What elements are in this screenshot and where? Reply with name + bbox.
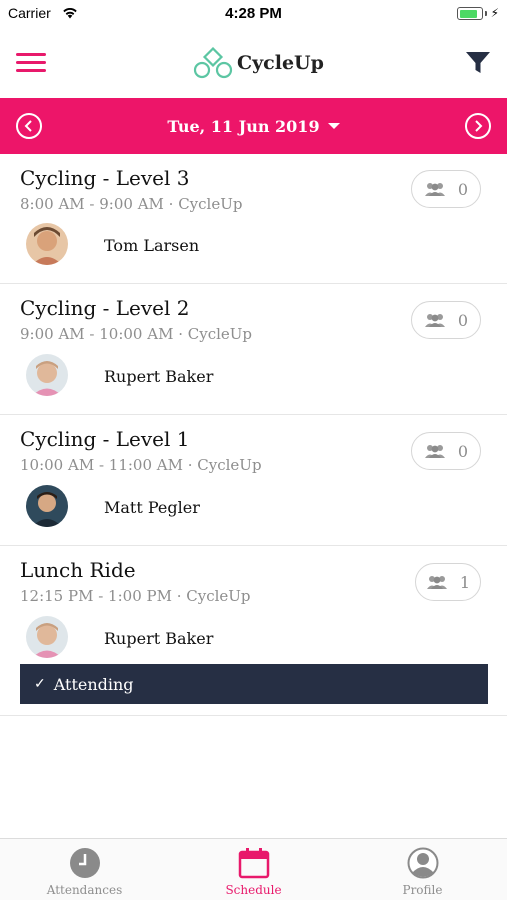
group-icon bbox=[424, 314, 445, 327]
class-card[interactable]: Lunch Ride 12:15 PM - 1:00 PM · CycleUp … bbox=[0, 546, 507, 716]
date-selector: Tue, 11 Jun 2019 bbox=[0, 98, 507, 154]
instructor-name: Matt Pegler bbox=[104, 498, 200, 517]
caret-down-icon bbox=[327, 122, 340, 129]
tab-bar: Attendances Schedule Profile bbox=[0, 838, 507, 900]
class-card[interactable]: Cycling - Level 1 10:00 AM - 11:00 AM · … bbox=[0, 415, 507, 546]
date-dropdown[interactable]: Tue, 11 Jun 2019 bbox=[0, 117, 507, 136]
tab-schedule[interactable]: Schedule bbox=[169, 847, 338, 897]
instructor-avatar bbox=[26, 616, 68, 658]
class-time-location: 9:00 AM - 10:00 AM · CycleUp bbox=[20, 325, 253, 343]
class-title: Cycling - Level 2 bbox=[20, 296, 190, 320]
group-icon bbox=[424, 445, 445, 458]
class-title: Cycling - Level 1 bbox=[20, 427, 190, 451]
instructor-avatar bbox=[26, 354, 68, 396]
instructor-name: Rupert Baker bbox=[104, 367, 214, 386]
clock-time: 4:28 PM bbox=[225, 5, 282, 22]
instructor-avatar bbox=[26, 223, 68, 265]
tab-label: Attendances bbox=[46, 883, 123, 897]
attendee-count-badge[interactable]: 0 bbox=[411, 170, 481, 208]
next-day-button[interactable] bbox=[465, 113, 491, 139]
attendee-count-badge[interactable]: 0 bbox=[411, 301, 481, 339]
group-icon bbox=[424, 183, 445, 196]
attendee-count: 1 bbox=[459, 572, 471, 592]
battery-icon bbox=[457, 7, 483, 20]
brand-logo: CycleUp bbox=[193, 46, 324, 80]
instructor-name: Tom Larsen bbox=[104, 236, 200, 255]
instructor-avatar bbox=[26, 485, 68, 527]
hamburger-icon[interactable] bbox=[16, 53, 46, 73]
attendee-count-badge[interactable]: 1 bbox=[415, 563, 481, 601]
class-card[interactable]: Cycling - Level 2 9:00 AM - 10:00 AM · C… bbox=[0, 284, 507, 415]
class-time-location: 10:00 AM - 11:00 AM · CycleUp bbox=[20, 456, 262, 474]
attendee-count-badge[interactable]: 0 bbox=[411, 432, 481, 470]
current-date: Tue, 11 Jun 2019 bbox=[167, 117, 320, 136]
attendee-count: 0 bbox=[457, 310, 469, 330]
attending-banner[interactable]: ✓ Attending bbox=[20, 664, 488, 704]
navigation-bar: CycleUp bbox=[0, 28, 507, 98]
cycleup-logo-icon bbox=[193, 47, 233, 79]
class-title: Cycling - Level 3 bbox=[20, 166, 190, 190]
attendee-count: 0 bbox=[457, 441, 469, 461]
class-time-location: 8:00 AM - 9:00 AM · CycleUp bbox=[20, 195, 243, 213]
tab-profile[interactable]: Profile bbox=[338, 847, 507, 897]
filter-icon[interactable] bbox=[465, 50, 491, 76]
instructor-name: Rupert Baker bbox=[104, 629, 214, 648]
class-card[interactable]: Cycling - Level 3 8:00 AM - 9:00 AM · Cy… bbox=[0, 154, 507, 284]
checkmark-icon: ✓ bbox=[34, 676, 46, 692]
chevron-right-icon bbox=[475, 120, 483, 132]
attendee-count: 0 bbox=[457, 179, 469, 199]
calendar-icon bbox=[238, 848, 269, 879]
brand-name: CycleUp bbox=[237, 52, 324, 74]
clock-icon bbox=[69, 848, 100, 878]
class-title: Lunch Ride bbox=[20, 558, 136, 582]
group-icon bbox=[426, 576, 447, 589]
battery-cap bbox=[485, 11, 487, 16]
user-icon bbox=[407, 847, 438, 879]
tab-label: Schedule bbox=[225, 883, 282, 897]
attending-label: Attending bbox=[53, 674, 134, 694]
tab-label: Profile bbox=[402, 883, 443, 897]
status-bar: Carrier 4:28 PM ⚡ bbox=[0, 0, 507, 28]
class-time-location: 12:15 PM - 1:00 PM · CycleUp bbox=[20, 587, 251, 605]
charging-bolt-icon: ⚡ bbox=[490, 6, 499, 20]
tab-attendances[interactable]: Attendances bbox=[0, 847, 169, 897]
